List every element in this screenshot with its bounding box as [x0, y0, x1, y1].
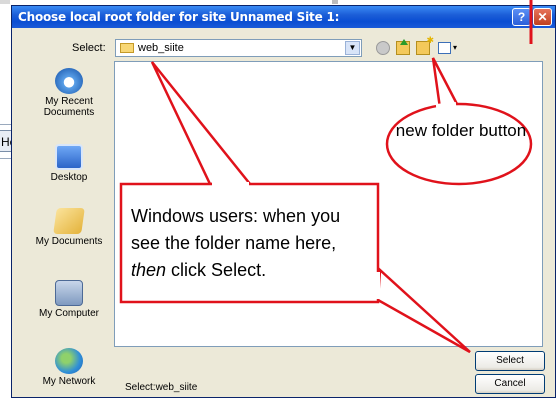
select-value: web_siite [138, 42, 184, 54]
place-my-computer[interactable]: My Computer [32, 280, 106, 319]
view-menu-arrow-icon[interactable]: ▾ [453, 43, 457, 52]
background-fragment [0, 0, 10, 4]
cancel-button[interactable]: Cancel [475, 374, 545, 394]
callout-emphasis: then [131, 260, 167, 280]
folder-icon [120, 43, 134, 53]
place-label: My Recent Documents [43, 96, 95, 118]
select-folder-dropdown[interactable]: web_siite ▼ [115, 39, 362, 57]
new-folder-button[interactable] [416, 35, 434, 55]
callout-suffix: click Select. [166, 260, 267, 280]
place-label: My Network [42, 376, 96, 387]
recent-documents-icon [55, 68, 83, 94]
view-menu-button[interactable] [438, 42, 451, 54]
callout-prefix: Windows users: when you see the folder n… [131, 206, 341, 253]
place-label: My Computer [38, 308, 99, 319]
place-label: My Documents [35, 236, 103, 247]
desktop-icon [55, 144, 83, 170]
callout-text: Windows users: when you see the folder n… [131, 203, 371, 284]
help-button[interactable]: ? [512, 8, 531, 26]
status-text: Select:web_siite [125, 382, 198, 393]
places-bar: My Recent Documents Desktop My Documents… [32, 68, 106, 394]
chevron-down-icon[interactable]: ▼ [345, 41, 360, 55]
place-label: Desktop [50, 172, 88, 183]
my-computer-icon [55, 280, 83, 306]
title-bar: Choose local root folder for site Unname… [12, 6, 555, 28]
place-my-documents[interactable]: My Documents [32, 208, 106, 247]
up-folder-button[interactable] [396, 39, 410, 55]
close-button[interactable]: ✕ [533, 8, 552, 26]
dialog-title: Choose local root folder for site Unname… [18, 10, 340, 24]
new-folder-annotation: new folder button [395, 121, 527, 140]
place-recent-documents[interactable]: My Recent Documents [32, 68, 106, 118]
place-desktop[interactable]: Desktop [32, 144, 106, 183]
my-network-icon [55, 348, 83, 374]
my-documents-icon [53, 208, 85, 234]
select-label: Select: [72, 42, 106, 54]
back-button[interactable] [376, 41, 390, 55]
place-my-network[interactable]: My Network [32, 348, 106, 387]
select-button[interactable]: Select [475, 351, 545, 371]
background-fragment [332, 0, 338, 4]
